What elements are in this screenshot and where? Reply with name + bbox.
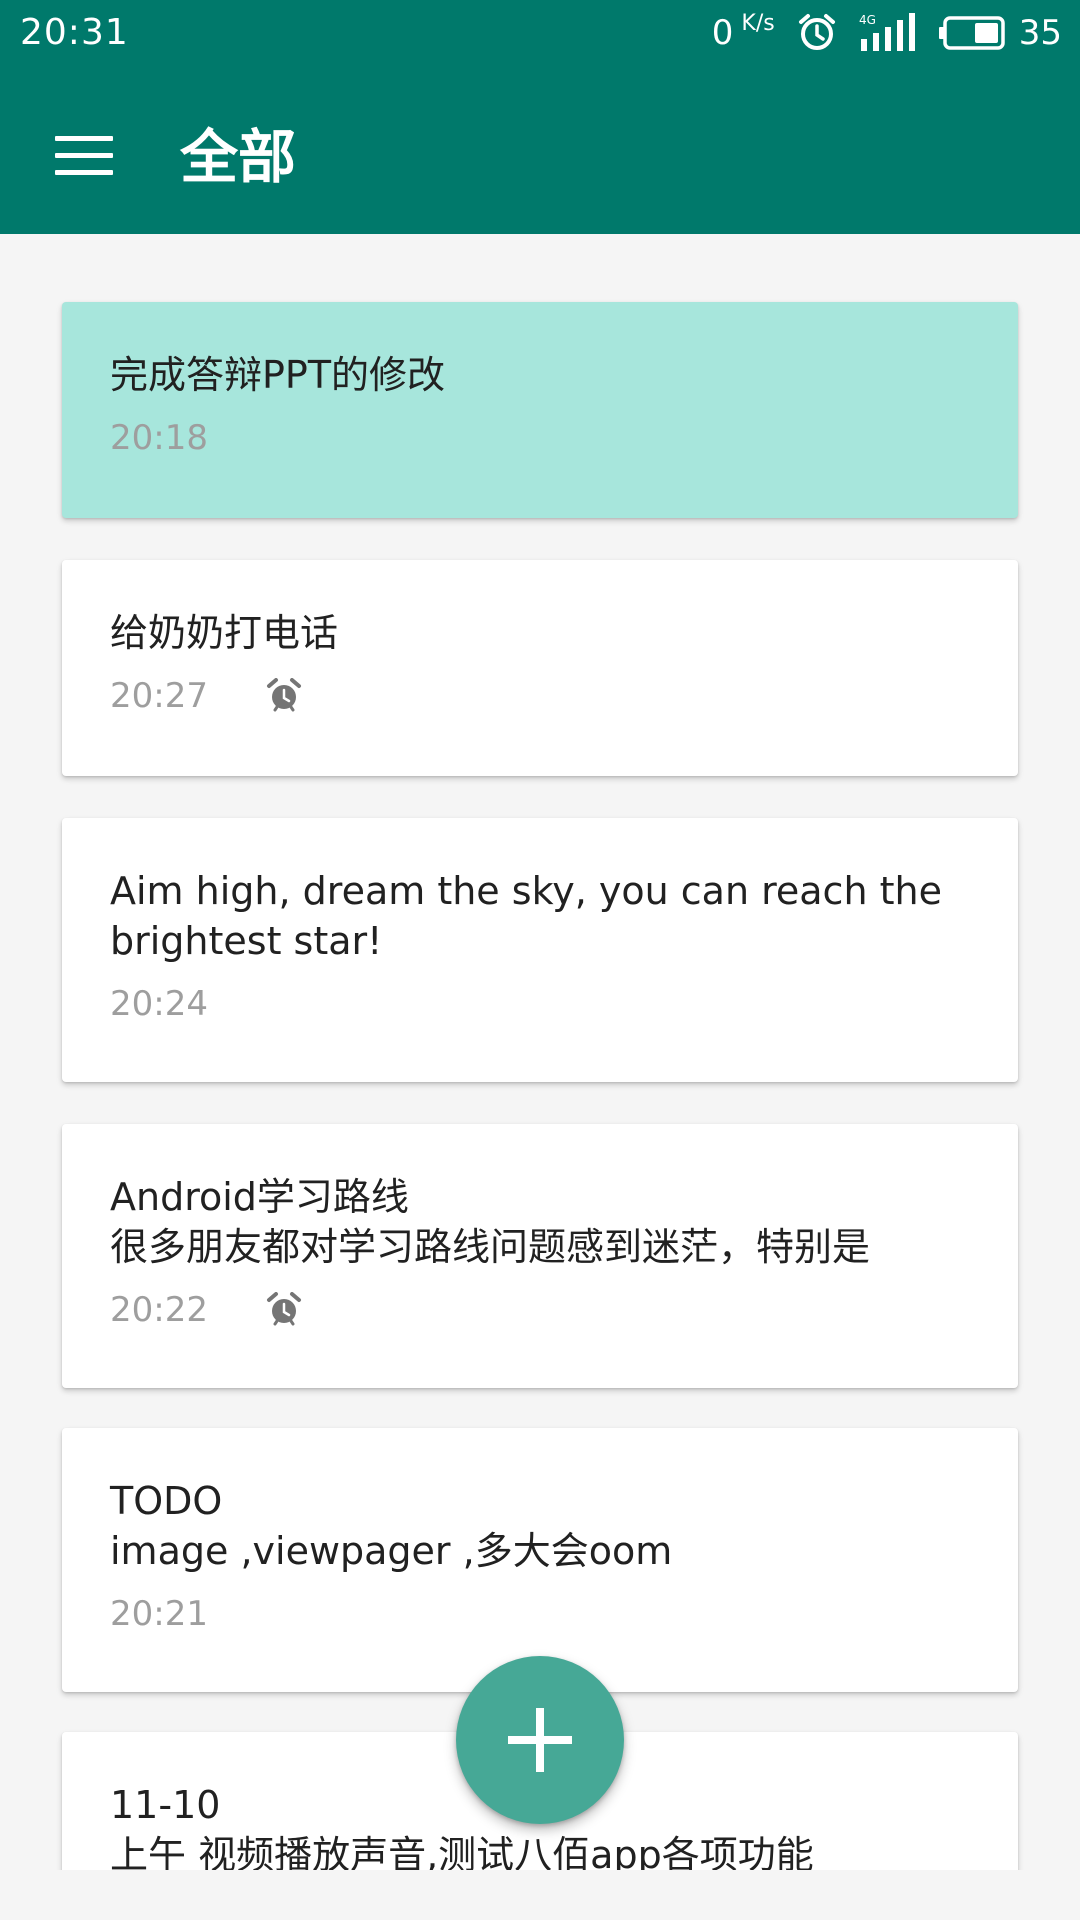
menu-button[interactable] bbox=[44, 116, 124, 196]
note-card[interactable]: 完成答辩PPT的修改 20:18 bbox=[62, 302, 1018, 518]
note-meta: 20:18 bbox=[110, 416, 970, 460]
app-bar: 全部 bbox=[0, 66, 1080, 234]
status-icons: 0 K/s 4G 35 bbox=[712, 10, 1062, 56]
battery-level: 35 bbox=[1018, 13, 1062, 53]
add-note-button[interactable] bbox=[456, 1656, 624, 1824]
note-time: 20:18 bbox=[110, 418, 208, 458]
note-card[interactable]: 给奶奶打电话 20:27 bbox=[62, 560, 1018, 776]
status-bar: 20:31 0 K/s 4G 35 bbox=[0, 0, 1080, 66]
battery-icon bbox=[938, 16, 1005, 50]
note-meta: 20:27 bbox=[110, 674, 970, 718]
note-card[interactable]: TODO image ,viewpager ,多大会oom 20:21 bbox=[62, 1428, 1018, 1692]
note-title: 给奶奶打电话 bbox=[110, 611, 339, 655]
note-meta: 20:22 bbox=[110, 1288, 970, 1332]
alarm-status-icon bbox=[798, 14, 835, 50]
network-speed-value: 0 bbox=[711, 13, 734, 53]
network-speed: 0 K/s bbox=[711, 11, 775, 54]
note-title: Aim high, dream the sky, you can reach t… bbox=[110, 869, 942, 963]
network-type-label: 4G bbox=[859, 13, 876, 27]
note-time: 20:21 bbox=[110, 1594, 208, 1634]
bottom-spacer bbox=[0, 1870, 1080, 1920]
note-title: Android学习路线 很多朋友都对学习路线问题感到迷茫，特别是 bbox=[110, 1175, 871, 1269]
notes-list[interactable]: 完成答辩PPT的修改 20:18 给奶奶打电话 20:27 Aim high, … bbox=[0, 234, 1080, 1870]
status-time: 20:31 bbox=[20, 12, 129, 53]
hamburger-menu-icon bbox=[55, 136, 113, 176]
network-speed-unit: K/s bbox=[741, 11, 775, 36]
note-card[interactable]: Aim high, dream the sky, you can reach t… bbox=[62, 818, 1018, 1082]
alarm-clock-icon bbox=[266, 678, 301, 712]
note-title: TODO image ,viewpager ,多大会oom bbox=[110, 1479, 673, 1573]
note-card[interactable]: Android学习路线 很多朋友都对学习路线问题感到迷茫，特别是 20:22 bbox=[62, 1124, 1018, 1388]
alarm-clock-icon bbox=[266, 1292, 301, 1326]
app-title: 全部 bbox=[180, 123, 297, 191]
note-meta: 20:21 bbox=[110, 1592, 970, 1636]
note-time: 20:22 bbox=[110, 1290, 208, 1330]
note-meta: 20:24 bbox=[110, 982, 970, 1026]
note-time: 20:24 bbox=[110, 984, 208, 1024]
plus-icon bbox=[508, 1708, 572, 1772]
signal-4g-icon: 4G bbox=[859, 13, 915, 51]
notes-screen: 20:31 0 K/s 4G 35 全部 完成答辩PPT的修改 20:18 给奶… bbox=[0, 0, 1080, 1920]
note-title: 完成答辩PPT的修改 bbox=[110, 353, 446, 397]
note-time: 20:27 bbox=[110, 676, 208, 716]
